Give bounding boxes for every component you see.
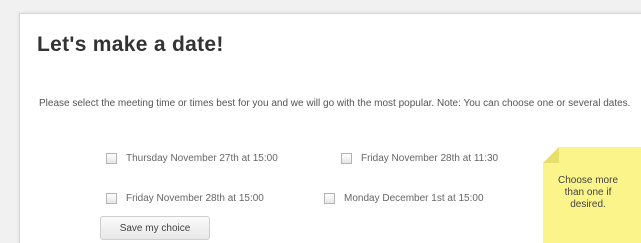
date-option-label[interactable]: Monday December 1st at 15:00 xyxy=(344,193,484,204)
date-option[interactable]: Monday December 1st at 15:00 xyxy=(324,191,484,205)
date-option-checkbox[interactable] xyxy=(341,152,352,164)
page-title: Let's make a date! xyxy=(37,33,224,56)
date-option[interactable]: Thursday November 27th at 15:00 xyxy=(106,151,278,165)
date-option[interactable]: Friday November 28th at 15:00 xyxy=(106,191,264,205)
date-option-label[interactable]: Friday November 28th at 15:00 xyxy=(126,193,264,204)
date-option-checkbox[interactable] xyxy=(106,192,117,204)
date-option-checkbox[interactable] xyxy=(106,152,117,164)
save-choice-button[interactable]: Save my choice xyxy=(100,216,210,240)
date-option-label[interactable]: Friday November 28th at 11:30 xyxy=(361,153,498,164)
page-background: Let's make a date! Please select the mee… xyxy=(0,0,641,243)
date-option[interactable]: Friday November 28th at 11:30 xyxy=(341,151,498,165)
sticky-note-text: Choose more than one if desired. xyxy=(557,175,619,210)
date-option-checkbox[interactable] xyxy=(324,192,335,204)
instructions-text: Please select the meeting time or times … xyxy=(39,98,631,109)
date-option-label[interactable]: Thursday November 27th at 15:00 xyxy=(126,153,278,164)
